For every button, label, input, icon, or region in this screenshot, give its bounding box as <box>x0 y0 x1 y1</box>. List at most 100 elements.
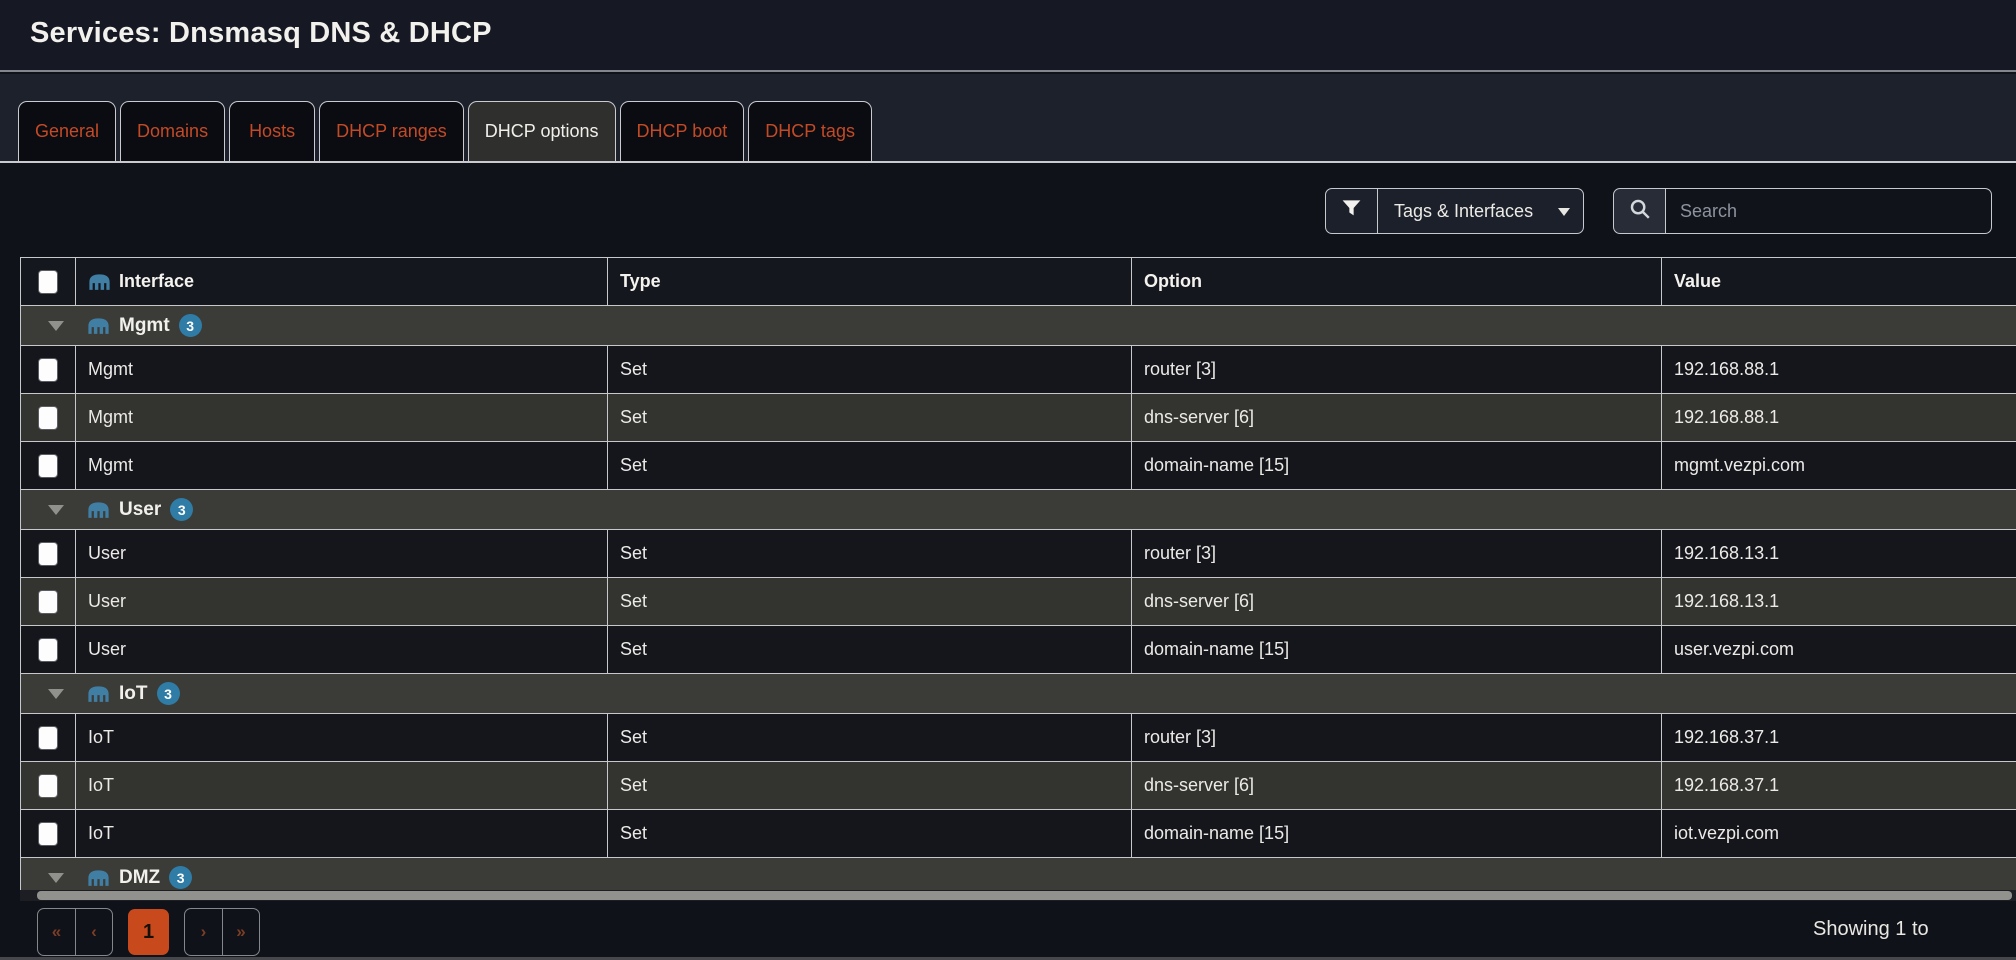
table-row[interactable]: Mgmt Set domain-name [15] mgmt.vezpi.com <box>21 442 2016 490</box>
title-bar: Services: Dnsmasq DNS & DHCP <box>0 0 2016 72</box>
checkbox-cell <box>21 530 76 577</box>
page-title: Services: Dnsmasq DNS & DHCP <box>30 17 492 50</box>
cell-option: domain-name [15] <box>1132 810 1662 857</box>
cell-interface: User <box>76 626 608 673</box>
group-count-badge: 3 <box>179 314 202 337</box>
cell-interface: Mgmt <box>76 394 608 441</box>
filter-funnel-icon <box>1342 199 1361 223</box>
checkbox-cell <box>21 810 76 857</box>
row-checkbox[interactable] <box>38 638 58 662</box>
ethernet-icon <box>87 869 110 887</box>
select-all-cell <box>21 258 76 305</box>
filter-dropdown-label: Tags & Interfaces <box>1394 201 1533 222</box>
column-header-option[interactable]: Option <box>1132 258 1662 305</box>
collapse-arrow-icon[interactable] <box>48 321 64 331</box>
table-row[interactable]: User Set router [3] 192.168.13.1 <box>21 530 2016 578</box>
cell-type: Set <box>608 626 1132 673</box>
search-input[interactable] <box>1666 188 1992 234</box>
filter-dropdown[interactable]: Tags & Interfaces <box>1378 188 1584 234</box>
cell-option: dns-server [6] <box>1132 394 1662 441</box>
cell-type: Set <box>608 578 1132 625</box>
cell-type: Set <box>608 714 1132 761</box>
cell-value: 192.168.37.1 <box>1662 714 2016 761</box>
page-first-button[interactable]: « <box>38 909 75 955</box>
row-checkbox[interactable] <box>38 406 58 430</box>
cell-option: domain-name [15] <box>1132 626 1662 673</box>
dhcp-options-table: Interface Type Option Value Mgmt 3 Mgmt … <box>20 257 2016 901</box>
cell-option: dns-server [6] <box>1132 762 1662 809</box>
group-name: DMZ <box>119 867 160 889</box>
cell-value: 192.168.13.1 <box>1662 530 2016 577</box>
table-row[interactable]: IoT Set domain-name [15] iot.vezpi.com <box>21 810 2016 858</box>
table-body: Mgmt 3 Mgmt Set router [3] 192.168.88.1 … <box>21 306 2016 898</box>
page-last-button[interactable]: » <box>222 909 259 955</box>
table-row[interactable]: Mgmt Set dns-server [6] 192.168.88.1 <box>21 394 2016 442</box>
checkbox-cell <box>21 346 76 393</box>
collapse-arrow-icon[interactable] <box>48 505 64 515</box>
group-row-mgmt[interactable]: Mgmt 3 <box>21 306 2016 346</box>
cell-interface: IoT <box>76 714 608 761</box>
collapse-arrow-icon[interactable] <box>48 873 64 883</box>
chevron-down-icon <box>1558 208 1570 222</box>
group-name: Mgmt <box>119 315 170 337</box>
select-all-checkbox[interactable] <box>38 270 58 294</box>
row-checkbox[interactable] <box>38 822 58 846</box>
scrollbar-thumb[interactable] <box>37 891 2012 900</box>
cell-interface: IoT <box>76 762 608 809</box>
page-1-button[interactable]: 1 <box>128 909 169 955</box>
search-group <box>1613 188 1992 234</box>
table-row[interactable]: User Set dns-server [6] 192.168.13.1 <box>21 578 2016 626</box>
cell-type: Set <box>608 346 1132 393</box>
tab-domains[interactable]: Domains <box>120 101 225 161</box>
group-count-badge: 3 <box>170 498 193 521</box>
filter-button[interactable] <box>1325 188 1378 234</box>
column-header-value[interactable]: Value <box>1662 258 2016 305</box>
group-name: User <box>119 499 161 521</box>
column-header-label: Type <box>620 271 661 292</box>
table-row[interactable]: User Set domain-name [15] user.vezpi.com <box>21 626 2016 674</box>
collapse-arrow-icon[interactable] <box>48 689 64 699</box>
cell-value: 192.168.37.1 <box>1662 762 2016 809</box>
table-row[interactable]: IoT Set router [3] 192.168.37.1 <box>21 714 2016 762</box>
filter-group: Tags & Interfaces <box>1325 188 1584 234</box>
column-header-label: Value <box>1674 271 1721 292</box>
horizontal-scrollbar[interactable] <box>20 890 2016 901</box>
tab-dhcp-ranges[interactable]: DHCP ranges <box>319 101 464 161</box>
column-header-type[interactable]: Type <box>608 258 1132 305</box>
checkbox-cell <box>21 442 76 489</box>
row-checkbox[interactable] <box>38 590 58 614</box>
group-count-badge: 3 <box>169 866 192 889</box>
row-checkbox[interactable] <box>38 726 58 750</box>
tab-hosts[interactable]: Hosts <box>229 101 315 161</box>
tab-bar: GeneralDomainsHostsDHCP rangesDHCP optio… <box>0 74 2016 163</box>
cell-type: Set <box>608 442 1132 489</box>
page-next-button[interactable]: › <box>185 909 222 955</box>
row-checkbox[interactable] <box>38 454 58 478</box>
checkbox-cell <box>21 714 76 761</box>
row-checkbox[interactable] <box>38 774 58 798</box>
row-checkbox[interactable] <box>38 358 58 382</box>
tab-dhcp-tags[interactable]: DHCP tags <box>748 101 872 161</box>
group-row-user[interactable]: User 3 <box>21 490 2016 530</box>
group-row-iot[interactable]: IoT 3 <box>21 674 2016 714</box>
column-header-label: Interface <box>119 271 194 292</box>
search-button[interactable] <box>1613 188 1666 234</box>
cell-value: iot.vezpi.com <box>1662 810 2016 857</box>
checkbox-cell <box>21 394 76 441</box>
table-row[interactable]: IoT Set dns-server [6] 192.168.37.1 <box>21 762 2016 810</box>
column-header-interface[interactable]: Interface <box>76 258 608 305</box>
tab-dhcp-boot[interactable]: DHCP boot <box>620 101 745 161</box>
tab-dhcp-options[interactable]: DHCP options <box>468 101 616 161</box>
page-prev-button[interactable]: ‹ <box>75 909 112 955</box>
group-count-badge: 3 <box>157 682 180 705</box>
cell-option: router [3] <box>1132 530 1662 577</box>
table-row[interactable]: Mgmt Set router [3] 192.168.88.1 <box>21 346 2016 394</box>
cell-type: Set <box>608 394 1132 441</box>
tab-general[interactable]: General <box>18 101 116 161</box>
cell-value: 192.168.88.1 <box>1662 346 2016 393</box>
cell-type: Set <box>608 810 1132 857</box>
group-name: IoT <box>119 683 148 705</box>
ethernet-icon <box>88 273 111 291</box>
row-checkbox[interactable] <box>38 542 58 566</box>
cell-type: Set <box>608 762 1132 809</box>
